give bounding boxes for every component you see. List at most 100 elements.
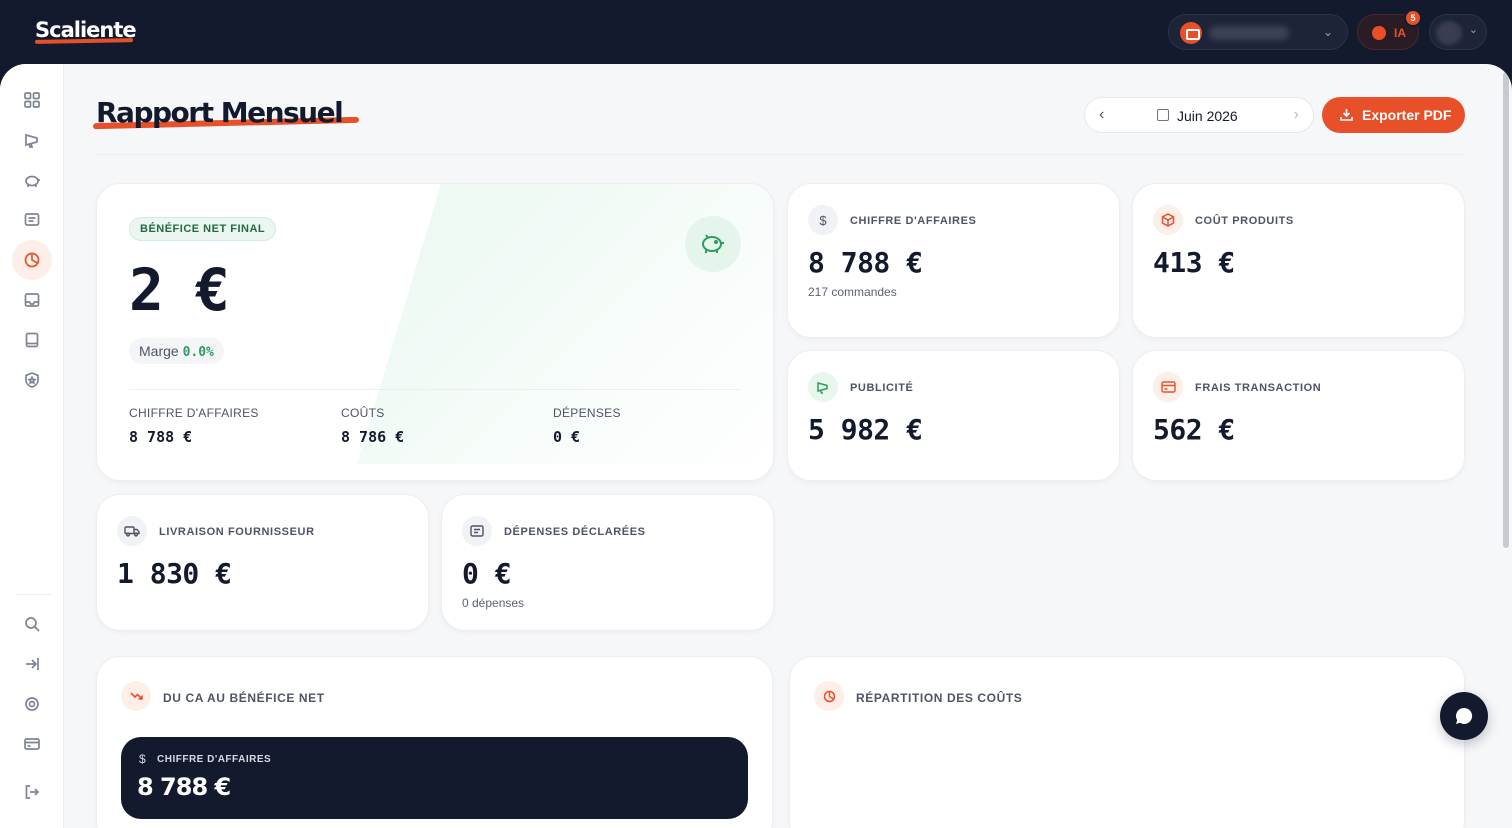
page-title: Rapport Mensuel bbox=[96, 96, 344, 129]
brain-icon bbox=[1372, 26, 1386, 40]
trending-down-icon bbox=[121, 681, 151, 711]
hero-col-expenses: DÉPENSES 0 € bbox=[553, 406, 621, 446]
collapse-icon bbox=[26, 658, 39, 670]
credit-card-icon bbox=[24, 738, 40, 750]
sidebar-item-collapse[interactable] bbox=[12, 644, 52, 684]
sidebar-divider bbox=[16, 594, 52, 595]
sidebar-item-reports[interactable] bbox=[12, 240, 52, 280]
sidebar bbox=[0, 64, 64, 828]
search-icon bbox=[25, 617, 40, 632]
metric-card-transaction-fees: FRAIS TRANSACTION 562 € bbox=[1132, 350, 1465, 481]
metric-label: DÉPENSES DÉCLARÉES bbox=[504, 526, 646, 538]
flow-step-value: 8 788 € bbox=[137, 773, 231, 801]
metric-card-ads: PUBLICITÉ 5 982 € bbox=[787, 350, 1120, 481]
chevron-right-icon[interactable]: › bbox=[1294, 106, 1299, 124]
logout-icon bbox=[25, 785, 40, 799]
chevron-left-icon[interactable]: ‹ bbox=[1099, 106, 1104, 124]
metric-card-product-cost: COÛT PRODUITS 413 € bbox=[1132, 183, 1465, 338]
hero-col-label: DÉPENSES bbox=[553, 406, 621, 420]
store-icon bbox=[1180, 22, 1202, 44]
metric-label: CHIFFRE D'AFFAIRES bbox=[850, 215, 977, 227]
metric-value: 1 830 € bbox=[117, 557, 232, 590]
margin-value: 0.0% bbox=[182, 345, 214, 360]
megaphone-icon bbox=[808, 372, 838, 402]
sidebar-item-admin[interactable] bbox=[12, 360, 52, 400]
dollar-icon: $ bbox=[808, 205, 838, 235]
inbox-icon bbox=[24, 293, 40, 307]
sidebar-item-logout[interactable] bbox=[12, 772, 52, 812]
month-label: Juin 2026 bbox=[1177, 108, 1238, 124]
pie-chart-icon bbox=[24, 252, 40, 268]
export-pdf-button[interactable]: Exporter PDF bbox=[1322, 97, 1465, 133]
receipt-icon bbox=[24, 213, 40, 226]
chevron-down-icon: ⌄ bbox=[1322, 25, 1333, 39]
page-scrollbar[interactable] bbox=[1503, 72, 1509, 548]
net-profit-pill: BÉNÉFICE NET FINAL bbox=[129, 217, 277, 241]
metric-subtext: 0 dépenses bbox=[462, 596, 525, 610]
net-profit-card: BÉNÉFICE NET FINAL 2 € Marge 0.0% CHIFFR… bbox=[96, 183, 774, 481]
metric-label: FRAIS TRANSACTION bbox=[1195, 382, 1322, 394]
margin-pill: Marge 0.0% bbox=[129, 338, 224, 364]
flow-step-revenue: $ CHIFFRE D'AFFAIRES 8 788 € bbox=[121, 737, 748, 819]
chat-support-button[interactable] bbox=[1440, 692, 1488, 740]
grid-icon bbox=[24, 92, 40, 108]
hero-divider bbox=[129, 389, 741, 390]
gear-icon bbox=[25, 697, 39, 711]
book-icon bbox=[25, 332, 39, 348]
chat-bubble-icon bbox=[1456, 707, 1473, 724]
megaphone-icon bbox=[25, 133, 38, 148]
pie-chart-icon bbox=[814, 681, 844, 711]
hero-col-label: CHIFFRE D'AFFAIRES bbox=[129, 406, 259, 420]
sidebar-item-settings[interactable] bbox=[12, 684, 52, 724]
shield-star-icon bbox=[25, 372, 39, 388]
receipt-icon bbox=[462, 516, 492, 546]
truck-icon bbox=[117, 516, 147, 546]
hero-col-value: 8 786 € bbox=[341, 428, 405, 446]
metric-value: 0 € bbox=[462, 557, 512, 590]
sidebar-item-billing[interactable] bbox=[12, 724, 52, 764]
store-selector[interactable]: ⌄ bbox=[1168, 14, 1348, 50]
sidebar-item-dashboard[interactable] bbox=[12, 80, 52, 120]
card-title: RÉPARTITION DES COÛTS bbox=[856, 691, 1023, 705]
sidebar-item-guide[interactable] bbox=[12, 320, 52, 360]
metric-subtext: 217 commandes bbox=[808, 285, 897, 299]
metric-value: 413 € bbox=[1153, 246, 1235, 279]
package-icon bbox=[1153, 205, 1183, 235]
hero-col-label: COÛTS bbox=[341, 406, 385, 420]
hero-col-revenue: CHIFFRE D'AFFAIRES 8 788 € bbox=[129, 406, 259, 446]
download-icon bbox=[1340, 109, 1353, 121]
export-pdf-label: Exporter PDF bbox=[1362, 107, 1452, 123]
metric-label: PUBLICITÉ bbox=[850, 382, 914, 394]
metric-value: 562 € bbox=[1153, 413, 1235, 446]
piggy-bank-icon bbox=[25, 175, 40, 187]
app-shell: Rapport Mensuel ‹ Juin 2026 › Exporter P… bbox=[0, 64, 1512, 828]
ia-notification-badge: 5 bbox=[1404, 9, 1422, 27]
metric-card-supplier-shipping: LIVRAISON FOURNISSEUR 1 830 € bbox=[96, 494, 429, 631]
credit-card-icon bbox=[1153, 372, 1183, 402]
month-picker[interactable]: ‹ Juin 2026 › bbox=[1084, 97, 1314, 133]
sidebar-item-orders[interactable] bbox=[12, 200, 52, 240]
margin-label: Marge bbox=[139, 343, 179, 359]
hero-col-costs: COÛTS 8 786 € bbox=[341, 406, 404, 446]
header-divider bbox=[96, 154, 1464, 155]
metric-label: LIVRAISON FOURNISSEUR bbox=[159, 526, 315, 538]
top-bar: Scaliente ⌄ IA 5 bbox=[0, 0, 1512, 64]
calendar-icon bbox=[1157, 109, 1169, 121]
sidebar-item-inbox[interactable] bbox=[12, 280, 52, 320]
metric-card-revenue: $ CHIFFRE D'AFFAIRES 8 788 € 217 command… bbox=[787, 183, 1120, 338]
hero-col-value: 8 788 € bbox=[129, 428, 193, 446]
flow-step-label: CHIFFRE D'AFFAIRES bbox=[157, 754, 272, 765]
hero-col-value: 0 € bbox=[553, 428, 581, 446]
ia-label: IA bbox=[1394, 26, 1406, 40]
sidebar-item-profit[interactable] bbox=[12, 160, 52, 200]
metric-label: COÛT PRODUITS bbox=[1195, 215, 1294, 227]
app-logo[interactable]: Scaliente bbox=[35, 18, 137, 42]
metric-value: 8 788 € bbox=[808, 246, 923, 279]
store-name-redacted bbox=[1209, 26, 1289, 40]
revenue-to-profit-card: DU CA AU BÉNÉFICE NET $ CHIFFRE D'AFFAIR… bbox=[96, 656, 773, 828]
card-title: DU CA AU BÉNÉFICE NET bbox=[163, 691, 325, 705]
net-profit-value: 2 € bbox=[129, 256, 230, 324]
sidebar-item-search[interactable] bbox=[12, 604, 52, 644]
user-avatar-menu[interactable] bbox=[1429, 14, 1487, 50]
sidebar-item-ads[interactable] bbox=[12, 120, 52, 160]
